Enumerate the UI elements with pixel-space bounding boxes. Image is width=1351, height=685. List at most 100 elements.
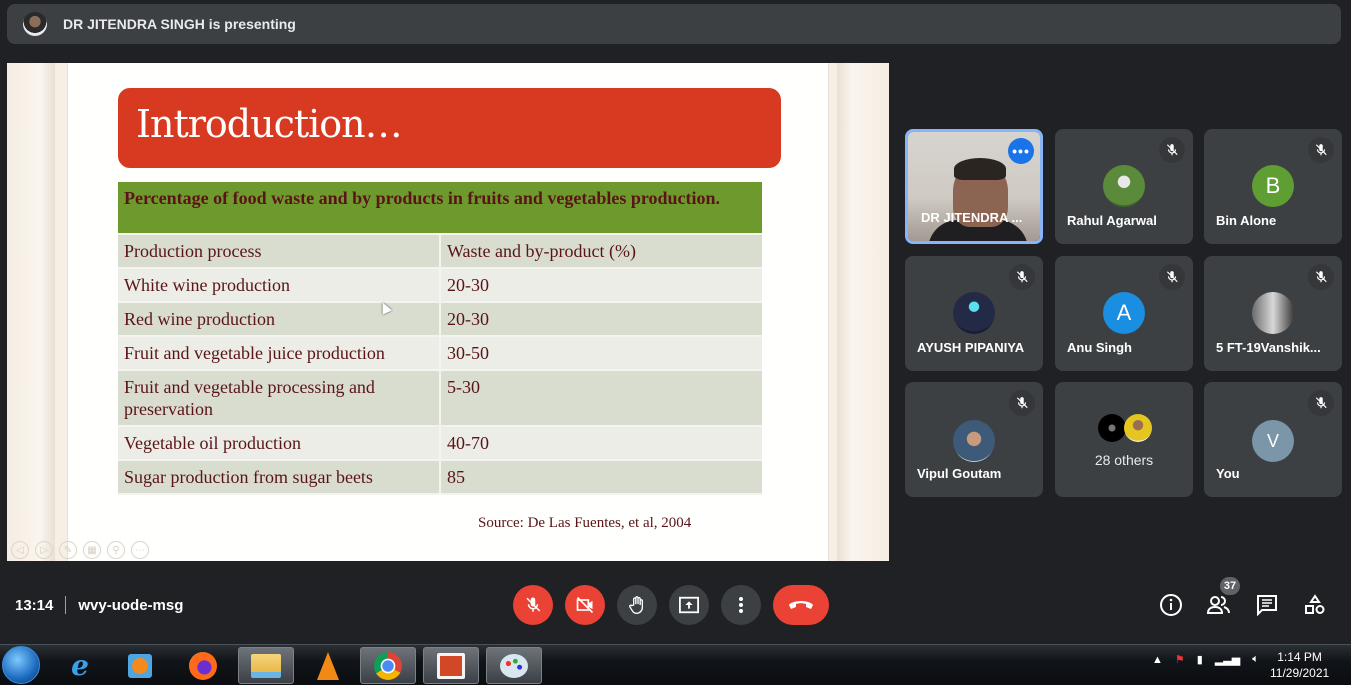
avatar xyxy=(1252,292,1294,334)
table-row: Vegetable oil production 40-70 xyxy=(118,426,762,461)
vlc-icon xyxy=(317,651,339,680)
participant-name: DR JITENDRA ... xyxy=(921,210,1023,225)
participant-name: AYUSH PIPANIYA xyxy=(917,340,1025,355)
taskbar-file-explorer[interactable] xyxy=(238,647,294,684)
taskbar-paint[interactable] xyxy=(486,647,542,684)
meet-window: DR JITENDRA SINGH is presenting Introduc… xyxy=(0,0,1351,685)
zoom-icon[interactable]: ⚲ xyxy=(107,541,125,559)
next-icon[interactable]: ▷ xyxy=(35,541,53,559)
taskbar-clock[interactable]: 1:14 PM 11/29/2021 xyxy=(1270,649,1329,681)
meeting-time: 13:14 xyxy=(15,596,54,614)
people-button[interactable] xyxy=(1206,592,1232,618)
others-count: 28 others xyxy=(1094,452,1154,468)
participant-tile[interactable]: Vipul Goutam xyxy=(905,382,1043,497)
mic-off-icon xyxy=(1159,137,1185,163)
show-hidden-icons-icon[interactable]: ▲ xyxy=(1152,654,1163,666)
table-caption: Percentage of food waste and by products… xyxy=(118,182,762,235)
slide-source: Source: De Las Fuentes, et al, 2004 xyxy=(478,515,692,531)
presenter-avatar xyxy=(23,12,47,36)
avatar xyxy=(953,420,995,462)
participant-name: You xyxy=(1216,466,1240,481)
cell-waste: 20-30 xyxy=(440,268,762,303)
taskbar-firefox[interactable] xyxy=(175,647,231,684)
more-icon[interactable]: ⋯ xyxy=(131,541,149,559)
media-player-icon xyxy=(128,653,152,678)
internet-explorer-icon: e xyxy=(71,649,89,682)
leave-call-button[interactable] xyxy=(773,585,829,625)
table-row: Sugar production from sugar beets 85 xyxy=(118,460,762,495)
cell-process: Red wine production xyxy=(118,302,441,337)
participant-tile[interactable]: Rahul Agarwal xyxy=(1055,129,1193,244)
volume-icon[interactable]: 🔈︎ xyxy=(1252,653,1259,666)
slides-icon[interactable]: ▦ xyxy=(83,541,101,559)
presenting-text: DR JITENDRA SINGH is presenting xyxy=(63,16,296,32)
participant-name: Bin Alone xyxy=(1216,213,1277,228)
camera-toggle-button[interactable] xyxy=(565,585,605,625)
participant-tile-self[interactable]: V You xyxy=(1204,382,1342,497)
power-icon[interactable]: ▮ xyxy=(1197,653,1203,666)
activities-icon xyxy=(1305,594,1325,614)
cell-process: Fruit and vegetable juice production xyxy=(118,336,441,371)
firefox-icon xyxy=(189,651,217,680)
cell-process: Vegetable oil production xyxy=(118,426,441,461)
participant-name: Rahul Agarwal xyxy=(1067,213,1157,228)
taskbar-vlc[interactable] xyxy=(300,647,356,684)
paint-icon xyxy=(500,653,528,678)
meeting-code: wvy-uode-msg xyxy=(78,596,184,614)
powerpoint-icon xyxy=(437,652,465,679)
table-row: White wine production 20-30 xyxy=(118,268,762,303)
mic-off-icon xyxy=(1308,137,1334,163)
mic-toggle-button[interactable] xyxy=(513,585,553,625)
slide-title-box: Introduction… xyxy=(118,88,781,168)
people-icon xyxy=(1206,596,1230,614)
table-row: Fruit and vegetable processing and prese… xyxy=(118,370,762,427)
previous-icon[interactable]: ◁ xyxy=(11,541,29,559)
mic-off-icon xyxy=(1308,390,1334,416)
participant-tile[interactable]: AYUSH PIPANIYA xyxy=(905,256,1043,371)
windows-taskbar: e ▲ ⚑ ▮ ▂▃▅ 🔈︎ 1:14 PM 11/29/2021 xyxy=(0,644,1351,685)
present-now-button[interactable] xyxy=(669,585,709,625)
start-button[interactable] xyxy=(2,646,40,684)
taskbar-chrome[interactable] xyxy=(360,647,416,684)
participant-name: 5 FT-19Vanshik... xyxy=(1216,340,1321,355)
slide-border-left xyxy=(7,63,55,561)
pen-icon[interactable]: ✎ xyxy=(59,541,77,559)
taskbar-media-player[interactable] xyxy=(112,647,168,684)
participant-tile-others[interactable]: 28 others xyxy=(1055,382,1193,497)
avatar: A xyxy=(1103,292,1145,334)
hand-icon xyxy=(629,596,643,615)
chat-button[interactable] xyxy=(1254,592,1280,618)
info-icon xyxy=(1160,594,1182,616)
action-center-flag-icon[interactable]: ⚑ xyxy=(1175,653,1185,666)
slideshow-controls: ◁ ▷ ✎ ▦ ⚲ ⋯ xyxy=(11,541,149,559)
participant-tile[interactable]: 5 FT-19Vanshik... xyxy=(1204,256,1342,371)
cell-process: Sugar production from sugar beets xyxy=(118,460,441,495)
avatar xyxy=(953,292,995,334)
participant-tile-presenter[interactable]: ••• DR JITENDRA ... xyxy=(905,129,1043,244)
more-options-button[interactable]: ••• xyxy=(1008,138,1034,164)
taskbar-ie[interactable]: e xyxy=(52,647,108,684)
table-row: Fruit and vegetable juice production 30-… xyxy=(118,336,762,371)
cell-process: White wine production xyxy=(118,268,441,303)
slide-title: Introduction… xyxy=(136,102,403,146)
mic-off-icon xyxy=(526,597,541,612)
slide-border-right xyxy=(837,63,889,561)
table-row: Red wine production 20-30 xyxy=(118,302,762,337)
table-header-row: Production process Waste and by-product … xyxy=(118,234,762,269)
activities-button[interactable] xyxy=(1302,592,1328,618)
avatar xyxy=(1098,414,1126,442)
more-options-button[interactable] xyxy=(721,585,761,625)
divider xyxy=(65,596,67,614)
taskbar-powerpoint[interactable] xyxy=(423,647,479,684)
participant-name: Anu Singh xyxy=(1067,340,1132,355)
participant-name: Vipul Goutam xyxy=(917,466,1002,481)
raise-hand-button[interactable] xyxy=(617,585,657,625)
clock-date: 11/29/2021 xyxy=(1270,666,1330,680)
meeting-details-button[interactable] xyxy=(1158,592,1184,618)
participant-tile[interactable]: B Bin Alone xyxy=(1204,129,1342,244)
cell-waste: 85 xyxy=(440,460,762,495)
cell-waste: 40-70 xyxy=(440,426,762,461)
network-signal-icon[interactable]: ▂▃▅ xyxy=(1215,653,1240,666)
cell-waste: 30-50 xyxy=(440,336,762,371)
participant-tile[interactable]: A Anu Singh xyxy=(1055,256,1193,371)
